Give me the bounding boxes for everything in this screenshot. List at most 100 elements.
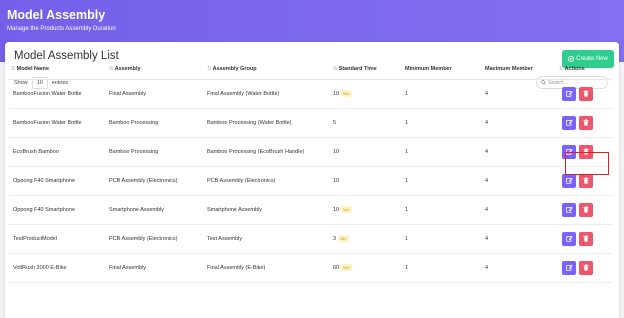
cell-model-name: Oppong F40 Smartphone <box>9 166 107 196</box>
table-header-row: ⇅Model Name ⇅Assembly ⇅Assembly Group ⇅S… <box>9 59 612 80</box>
cell-model-name: EcoBrush Bamboo <box>9 137 107 167</box>
cell-minimum-member: 1 <box>403 195 483 225</box>
delete-button[interactable] <box>579 173 593 188</box>
column-header-standard-time[interactable]: ⇅Standard Time <box>331 59 403 80</box>
trash-icon <box>583 235 589 242</box>
time-unit-badge: Min <box>341 90 352 97</box>
standard-time-value: 10 <box>333 148 340 155</box>
cell-standard-time: 60 Min <box>331 253 403 283</box>
cell-assembly: PCB Assembly (Electronics) <box>107 166 205 196</box>
delete-button[interactable] <box>579 231 593 246</box>
cell-standard-time: 3 Min <box>331 224 403 254</box>
delete-button[interactable] <box>579 202 593 217</box>
column-header-assembly[interactable]: ⇅Assembly <box>107 59 205 80</box>
cell-maximum-member: 4 <box>483 195 557 225</box>
cell-minimum-member: 1 <box>403 253 483 283</box>
column-header-minimum-member[interactable]: Minimum Member <box>403 59 483 80</box>
table-row: Oppong F40 Smartphone Smartphone Assembly… <box>9 195 612 225</box>
cell-model-name: BambooFusion Water Bottle <box>9 108 107 138</box>
table-row: TestProductModel PCB Assembly (Electronic… <box>9 224 612 254</box>
delete-button[interactable] <box>579 260 593 275</box>
cell-assembly: Final Assembly <box>107 253 205 283</box>
sort-icon: ⇅ <box>11 65 16 72</box>
table-row: BambooFusion Water Bottle Bamboo Processi… <box>9 108 612 138</box>
trash-icon <box>583 264 589 271</box>
table-row: BambooFusion Water Bottle Final Assembly F… <box>9 79 612 109</box>
cell-standard-time: 10 Min <box>331 195 403 225</box>
cell-minimum-member: 1 <box>403 166 483 196</box>
standard-time-value: 10 <box>333 177 340 184</box>
cell-standard-time: 10 Min <box>331 79 403 109</box>
sort-icon: ⇅ <box>109 65 114 72</box>
trash-icon <box>583 206 589 213</box>
cell-assembly-group: Final Assembly (Water Bottle) <box>205 79 331 109</box>
column-header-assembly-group[interactable]: ⇅Assembly Group <box>205 59 331 80</box>
column-header-model-name[interactable]: ⇅Model Name <box>9 59 107 80</box>
edit-icon <box>565 120 573 126</box>
column-header-maximum-member[interactable]: Maximum Member <box>483 59 557 80</box>
cell-actions <box>557 224 612 254</box>
trash-icon <box>583 90 589 97</box>
row-actions <box>559 115 612 130</box>
cell-actions <box>557 253 612 283</box>
edit-icon <box>565 91 573 97</box>
delete-button[interactable] <box>579 86 593 101</box>
sort-icon: ⇅ <box>207 65 212 72</box>
trash-icon <box>583 177 589 184</box>
sort-icon: ⇅ <box>559 65 564 72</box>
edit-icon <box>565 178 573 184</box>
edit-icon <box>565 207 573 213</box>
cell-assembly-group: PCB Assembly (Electronics) <box>205 166 331 196</box>
standard-time-value: 10 <box>333 206 340 213</box>
row-actions <box>559 202 612 217</box>
cell-maximum-member: 4 <box>483 108 557 138</box>
cell-assembly: Bamboo Processing <box>107 108 205 138</box>
cell-minimum-member: 1 <box>403 137 483 167</box>
column-header-actions: ⇅Actions <box>557 59 612 80</box>
cell-maximum-member: 4 <box>483 79 557 109</box>
edit-button[interactable] <box>562 260 576 275</box>
cell-assembly-group: Bamboo Processing (Water Bottle) <box>205 108 331 138</box>
cell-model-name: TestProductModel <box>9 224 107 254</box>
cell-model-name: Oppong F40 Smartphone <box>9 195 107 225</box>
page-title: Model Assembly <box>7 8 106 22</box>
edit-icon <box>565 236 573 242</box>
row-actions <box>559 260 612 275</box>
standard-time-value: 10 <box>333 90 340 97</box>
time-unit-badge: Min <box>341 206 352 213</box>
time-unit-badge: Min <box>338 235 349 242</box>
edit-button[interactable] <box>562 173 576 188</box>
cell-actions <box>557 79 612 109</box>
cell-actions <box>557 195 612 225</box>
cell-assembly: Bamboo Processing <box>107 137 205 167</box>
cell-assembly-group: Final Assembly (E-Bike) <box>205 253 331 283</box>
cell-maximum-member: 4 <box>483 166 557 196</box>
cell-assembly: Smartphone Assembly <box>107 195 205 225</box>
highlight-box <box>565 152 609 175</box>
page-subtitle: Manage the Products Assembly Duration <box>7 26 116 32</box>
cell-maximum-member: 4 <box>483 253 557 283</box>
standard-time-value: 5 <box>333 119 337 126</box>
cell-assembly: Final Assembly <box>107 79 205 109</box>
cell-assembly-group: Bamboo Processing (EcoBrush Handle) <box>205 137 331 167</box>
edit-icon <box>565 265 573 271</box>
table-row: VoltRush 3000 E-Bike Final Assembly Final … <box>9 253 612 283</box>
cell-model-name: BambooFusion Water Bottle <box>9 79 107 109</box>
standard-time-value: 3 <box>333 235 337 242</box>
cell-maximum-member: 4 <box>483 224 557 254</box>
cell-model-name: VoltRush 3000 E-Bike <box>9 253 107 283</box>
edit-button[interactable] <box>562 202 576 217</box>
cell-standard-time: 10 <box>331 166 403 196</box>
cell-minimum-member: 1 <box>403 79 483 109</box>
cell-standard-time: 5 <box>331 108 403 138</box>
edit-button[interactable] <box>562 231 576 246</box>
table-row: Oppong F40 Smartphone PCB Assembly (Elect… <box>9 166 612 196</box>
edit-button[interactable] <box>562 86 576 101</box>
sort-icon: ⇅ <box>333 65 338 72</box>
delete-button[interactable] <box>579 115 593 130</box>
cell-assembly-group: Test Assembly <box>205 224 331 254</box>
cell-assembly: PCB Assembly (Electronics) <box>107 224 205 254</box>
cell-minimum-member: 1 <box>403 224 483 254</box>
edit-button[interactable] <box>562 115 576 130</box>
row-actions <box>559 231 612 246</box>
